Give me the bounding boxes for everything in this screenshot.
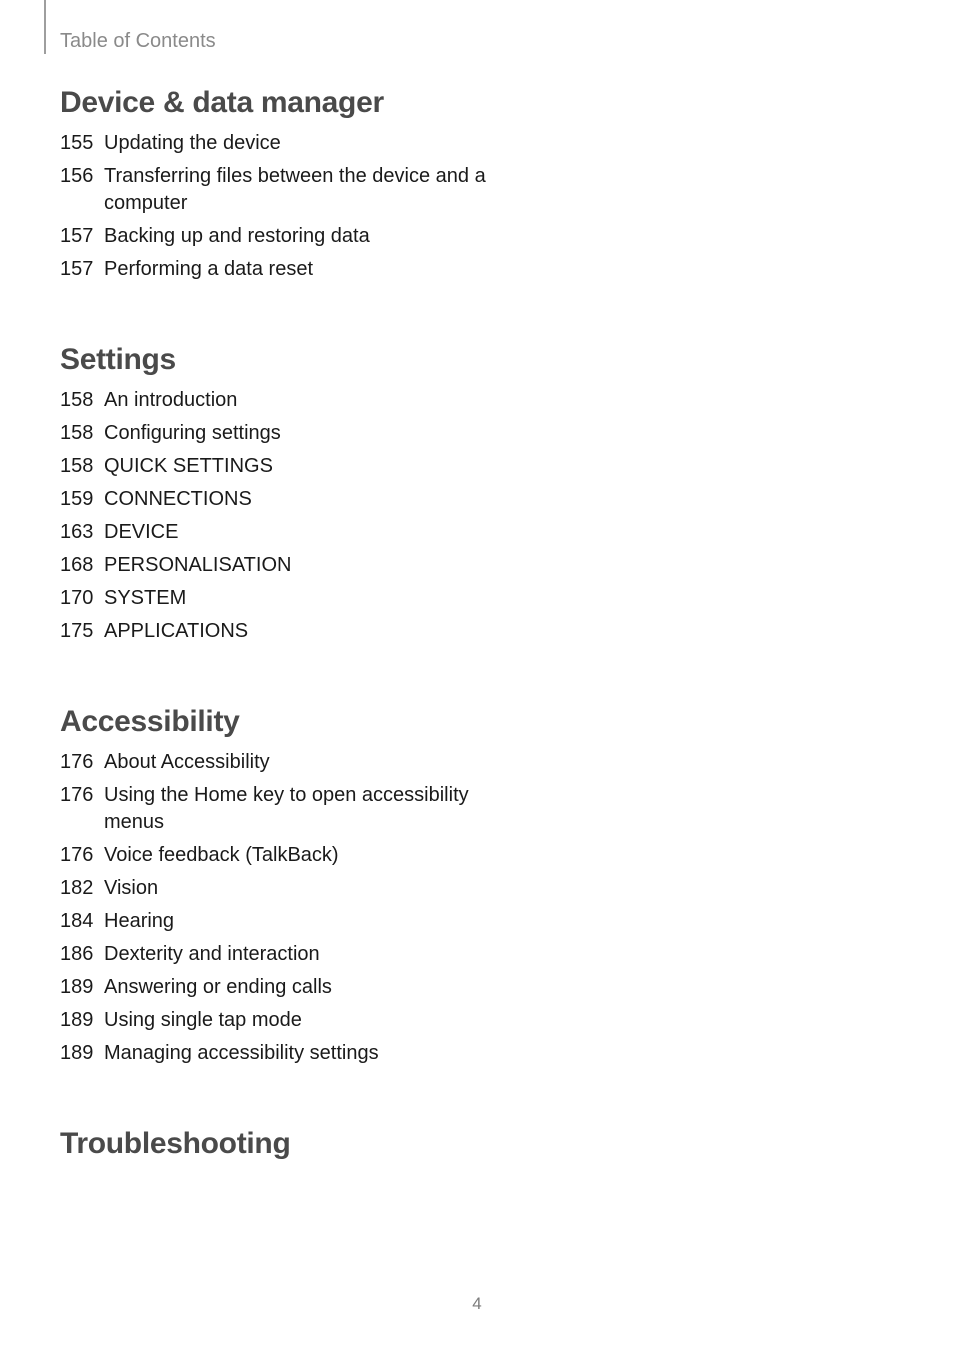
toc-page-number: 163: [60, 519, 104, 546]
toc-page-number: 176: [60, 782, 104, 809]
toc-page-number: 158: [60, 420, 104, 447]
toc-item[interactable]: 157 Backing up and restoring data: [60, 223, 490, 250]
section-title[interactable]: Settings: [60, 343, 490, 377]
toc-item-text: PERSONALISATION: [104, 552, 490, 579]
toc-list: 158 An introduction 158 Configuring sett…: [60, 387, 490, 645]
toc-item[interactable]: 159 CONNECTIONS: [60, 486, 490, 513]
toc-item[interactable]: 158 Configuring settings: [60, 420, 490, 447]
toc-item[interactable]: 189 Using single tap mode: [60, 1007, 490, 1034]
toc-item[interactable]: 189 Managing accessibility settings: [60, 1040, 490, 1067]
toc-item[interactable]: 176 About Accessibility: [60, 749, 490, 776]
toc-item-text: Vision: [104, 875, 490, 902]
toc-item[interactable]: 176 Voice feedback (TalkBack): [60, 842, 490, 869]
toc-item-text: CONNECTIONS: [104, 486, 490, 513]
toc-content: Device & data manager 155 Updating the d…: [60, 86, 490, 1221]
toc-page-number: 176: [60, 842, 104, 869]
toc-item-text: Answering or ending calls: [104, 974, 490, 1001]
toc-list: 176 About Accessibility 176 Using the Ho…: [60, 749, 490, 1067]
toc-section-settings: Settings 158 An introduction 158 Configu…: [60, 343, 490, 645]
toc-section-device-data-manager: Device & data manager 155 Updating the d…: [60, 86, 490, 283]
running-head: Table of Contents: [60, 30, 216, 53]
toc-page-number: 186: [60, 941, 104, 968]
toc-page-number: 157: [60, 256, 104, 283]
toc-page-number: 189: [60, 1007, 104, 1034]
section-title[interactable]: Troubleshooting: [60, 1127, 490, 1161]
toc-item[interactable]: 184 Hearing: [60, 908, 490, 935]
toc-page-number: 189: [60, 974, 104, 1001]
toc-item[interactable]: 155 Updating the device: [60, 130, 490, 157]
page-tab-mark: [44, 0, 46, 54]
toc-page-number: 189: [60, 1040, 104, 1067]
toc-page-number: 158: [60, 453, 104, 480]
toc-page-number: 184: [60, 908, 104, 935]
toc-item[interactable]: 170 SYSTEM: [60, 585, 490, 612]
toc-item-text: APPLICATIONS: [104, 618, 490, 645]
toc-item-text: Transferring files between the device an…: [104, 163, 490, 217]
toc-page-number: 156: [60, 163, 104, 190]
toc-item-text: Updating the device: [104, 130, 490, 157]
toc-item-text: An introduction: [104, 387, 490, 414]
toc-item-text: Dexterity and interaction: [104, 941, 490, 968]
toc-item[interactable]: 168 PERSONALISATION: [60, 552, 490, 579]
toc-item[interactable]: 158 QUICK SETTINGS: [60, 453, 490, 480]
toc-item-text: Performing a data reset: [104, 256, 490, 283]
toc-page-number: 159: [60, 486, 104, 513]
toc-item[interactable]: 158 An introduction: [60, 387, 490, 414]
toc-item-text: Managing accessibility settings: [104, 1040, 490, 1067]
toc-item-text: QUICK SETTINGS: [104, 453, 490, 480]
toc-item-text: Backing up and restoring data: [104, 223, 490, 250]
page-number: 4: [0, 1294, 954, 1314]
toc-item-text: SYSTEM: [104, 585, 490, 612]
toc-item-text: DEVICE: [104, 519, 490, 546]
toc-page-number: 176: [60, 749, 104, 776]
toc-page-number: 168: [60, 552, 104, 579]
section-title[interactable]: Device & data manager: [60, 86, 490, 120]
toc-page-number: 182: [60, 875, 104, 902]
toc-item[interactable]: 157 Performing a data reset: [60, 256, 490, 283]
section-title[interactable]: Accessibility: [60, 705, 490, 739]
toc-item[interactable]: 163 DEVICE: [60, 519, 490, 546]
toc-section-accessibility: Accessibility 176 About Accessibility 17…: [60, 705, 490, 1067]
toc-item-text: Configuring settings: [104, 420, 490, 447]
toc-item-text: Hearing: [104, 908, 490, 935]
toc-item-text: Using the Home key to open accessibility…: [104, 782, 490, 836]
toc-item[interactable]: 189 Answering or ending calls: [60, 974, 490, 1001]
toc-item[interactable]: 176 Using the Home key to open accessibi…: [60, 782, 490, 836]
toc-item[interactable]: 186 Dexterity and interaction: [60, 941, 490, 968]
toc-item-text: Using single tap mode: [104, 1007, 490, 1034]
toc-item[interactable]: 182 Vision: [60, 875, 490, 902]
toc-page-number: 155: [60, 130, 104, 157]
toc-page-number: 158: [60, 387, 104, 414]
toc-page-number: 170: [60, 585, 104, 612]
toc-page-number: 175: [60, 618, 104, 645]
toc-item-text: About Accessibility: [104, 749, 490, 776]
toc-item[interactable]: 156 Transferring files between the devic…: [60, 163, 490, 217]
toc-item[interactable]: 175 APPLICATIONS: [60, 618, 490, 645]
toc-page-number: 157: [60, 223, 104, 250]
toc-list: 155 Updating the device 156 Transferring…: [60, 130, 490, 283]
toc-section-troubleshooting: Troubleshooting: [60, 1127, 490, 1161]
toc-item-text: Voice feedback (TalkBack): [104, 842, 490, 869]
